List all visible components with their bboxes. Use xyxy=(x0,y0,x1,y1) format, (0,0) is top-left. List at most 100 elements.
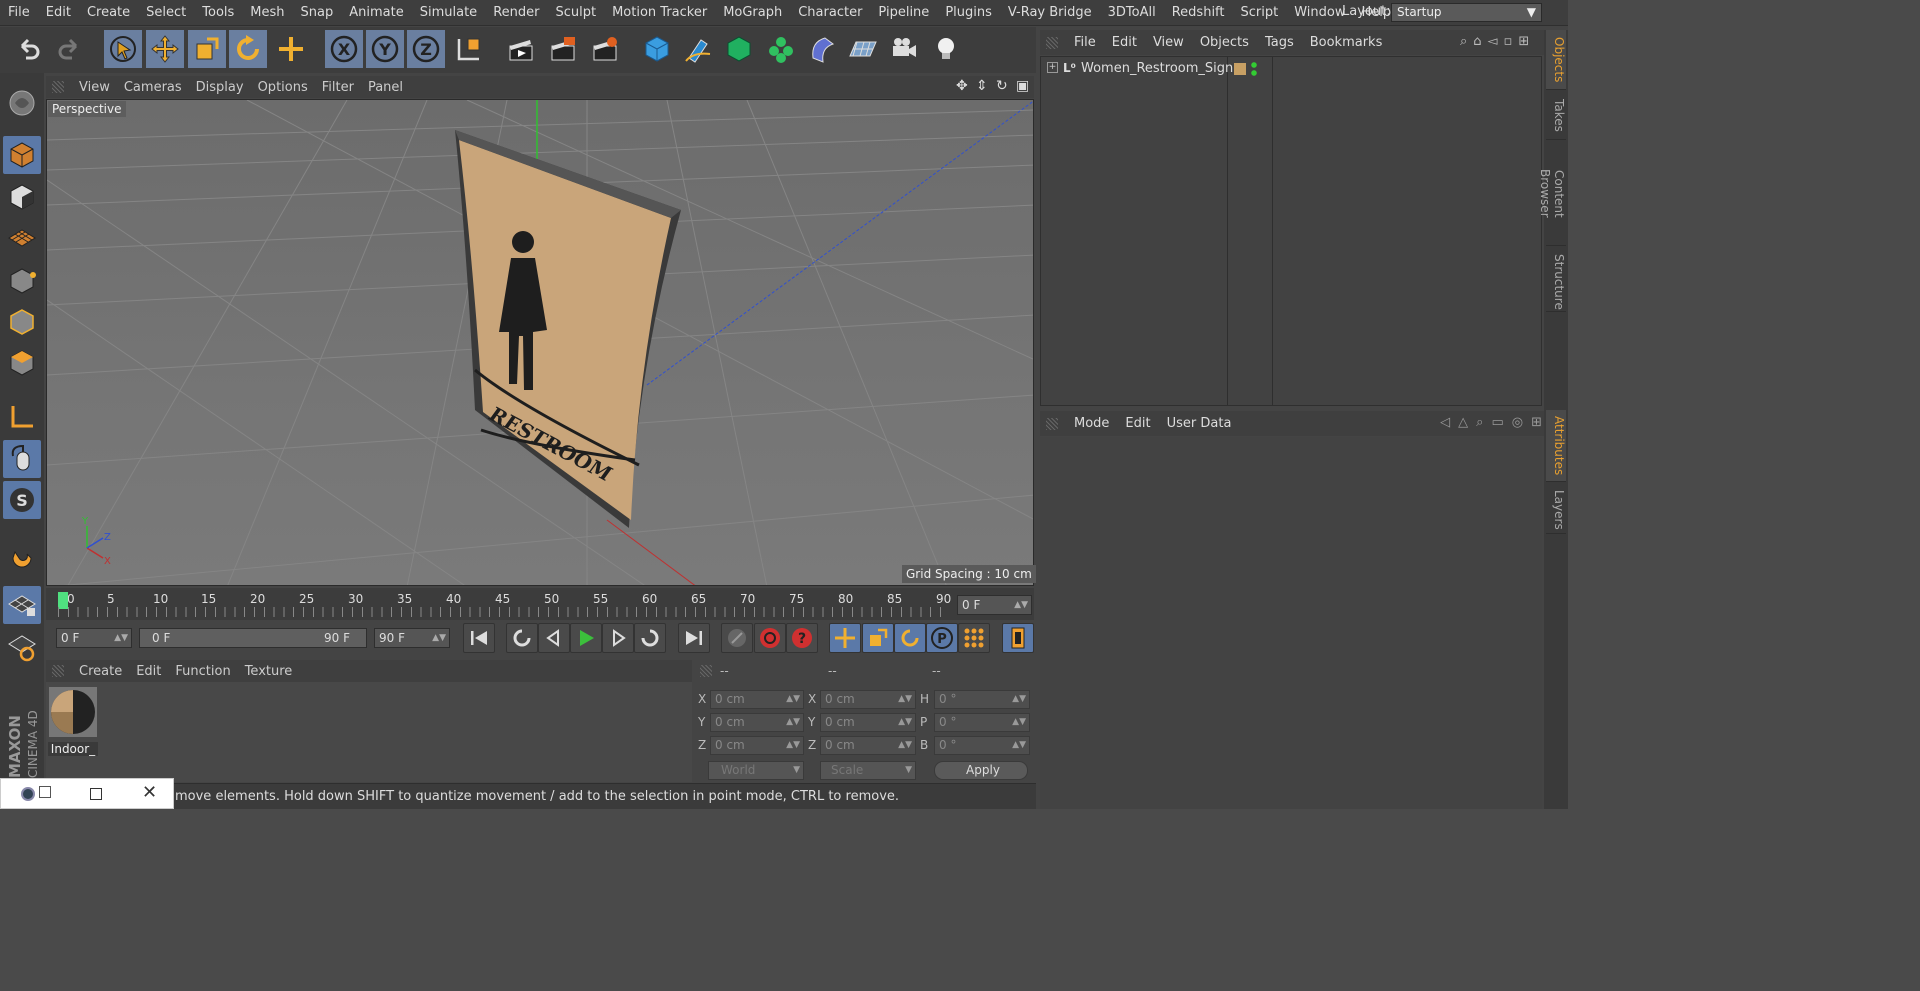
viewport-menu-view[interactable]: View xyxy=(72,80,117,95)
layout-dropdown[interactable]: Startup ▼ xyxy=(1391,3,1542,22)
objects-menu-file[interactable]: File xyxy=(1066,35,1104,50)
go-to-end-button[interactable] xyxy=(678,623,710,653)
material-menu-edit[interactable]: Edit xyxy=(129,664,168,679)
record-active-button[interactable] xyxy=(721,623,753,653)
transform-tool-button[interactable] xyxy=(272,30,310,68)
objects-menu-bookmarks[interactable]: Bookmarks xyxy=(1302,35,1391,50)
target-icon[interactable]: ◎ xyxy=(1512,415,1523,433)
previous-frame-button[interactable] xyxy=(538,623,570,653)
x-axis-lock-button[interactable]: X xyxy=(325,30,363,68)
menu-tools[interactable]: Tools xyxy=(194,0,242,26)
next-frame-button[interactable] xyxy=(602,623,634,653)
texture-mode-button[interactable] xyxy=(3,178,41,216)
record-parameter-button[interactable]: P xyxy=(926,623,958,653)
start-frame-field[interactable]: 0 F ▲▼ xyxy=(56,628,132,648)
record-point-level-button[interactable] xyxy=(958,623,990,653)
objects-menu-view[interactable]: View xyxy=(1145,35,1192,50)
menu-sculpt[interactable]: Sculpt xyxy=(547,0,604,26)
restroom-sign-model[interactable]: RESTROOM xyxy=(455,130,681,528)
add-deformer-button[interactable] xyxy=(803,30,841,68)
back-arrow-icon[interactable]: ◁ xyxy=(1440,415,1450,433)
viewport-menu-display[interactable]: Display xyxy=(189,80,251,95)
menu-mesh[interactable]: Mesh xyxy=(242,0,292,26)
attributes-menu-mode[interactable]: Mode xyxy=(1066,416,1117,431)
make-editable-button[interactable] xyxy=(3,84,41,122)
solo-mode-button[interactable]: S xyxy=(3,481,41,519)
menu-mograph[interactable]: MoGraph xyxy=(715,0,790,26)
orbit-view-icon[interactable]: ↻ xyxy=(996,78,1012,96)
coordinate-system-button[interactable] xyxy=(450,30,488,68)
menu-render[interactable]: Render xyxy=(485,0,547,26)
size-x-field[interactable]: 0 cm ▲▼ xyxy=(820,690,916,709)
size-mode-dropdown[interactable]: Scale ▼ xyxy=(820,761,916,780)
viewport-menu-filter[interactable]: Filter xyxy=(315,80,361,95)
menu-script[interactable]: Script xyxy=(1233,0,1287,26)
current-frame-field[interactable]: 0 F ▲▼ xyxy=(957,595,1032,615)
home-icon[interactable]: ⌂ xyxy=(1473,34,1481,52)
menu-3dtoall[interactable]: 3DToAll xyxy=(1100,0,1164,26)
coordinate-mode-dropdown[interactable]: World ▼ xyxy=(708,761,804,780)
object-name[interactable]: Women_Restroom_Sign xyxy=(1081,61,1233,76)
size-z-field[interactable]: 0 cm ▲▼ xyxy=(820,736,916,755)
tab-structure[interactable]: Structure xyxy=(1546,248,1566,312)
viewport-menu-panel[interactable]: Panel xyxy=(361,80,410,95)
add-spline-pen-button[interactable] xyxy=(679,30,717,68)
menu-plugins[interactable]: Plugins xyxy=(937,0,1000,26)
material-menu-create[interactable]: Create xyxy=(72,664,129,679)
menu-redshift[interactable]: Redshift xyxy=(1164,0,1233,26)
tab-layers[interactable]: Layers xyxy=(1546,484,1566,534)
new-panel-icon[interactable]: ⊞ xyxy=(1531,415,1542,433)
scale-tool-button[interactable] xyxy=(188,30,226,68)
model-mode-button[interactable] xyxy=(3,136,41,174)
objects-menu-tags[interactable]: Tags xyxy=(1257,35,1302,50)
menu-snap[interactable]: Snap xyxy=(293,0,342,26)
up-arrow-icon[interactable]: △ xyxy=(1458,415,1468,433)
points-mode-button[interactable] xyxy=(3,262,41,300)
material-menu-function[interactable]: Function xyxy=(168,664,237,679)
y-axis-lock-button[interactable]: Y xyxy=(366,30,404,68)
timeline-window-button[interactable] xyxy=(1002,623,1034,653)
material-menu-texture[interactable]: Texture xyxy=(238,664,300,679)
axis-mode-button[interactable] xyxy=(3,398,41,436)
menu-vray-bridge[interactable]: V-Ray Bridge xyxy=(1000,0,1100,26)
menu-motion-tracker[interactable]: Motion Tracker xyxy=(604,0,715,26)
apply-button[interactable]: Apply xyxy=(934,761,1028,780)
attributes-menu-user-data[interactable]: User Data xyxy=(1159,416,1240,431)
menu-select[interactable]: Select xyxy=(138,0,194,26)
lock-icon[interactable]: ▫ xyxy=(1504,34,1513,52)
render-view-button[interactable] xyxy=(502,30,540,68)
object-row[interactable]: + L⁰ Women_Restroom_Sign xyxy=(1043,59,1541,81)
tab-attributes[interactable]: Attributes xyxy=(1546,410,1566,482)
material-tag-icon[interactable] xyxy=(1234,63,1246,75)
move-tool-button[interactable] xyxy=(146,30,184,68)
play-button[interactable] xyxy=(570,623,602,653)
lock-icon[interactable]: ▭ xyxy=(1491,415,1503,433)
add-mograph-cloner-button[interactable] xyxy=(762,30,800,68)
render-picture-viewer-button[interactable] xyxy=(544,30,582,68)
restore-icon[interactable] xyxy=(39,786,51,798)
edges-mode-button[interactable] xyxy=(3,303,41,341)
z-axis-lock-button[interactable]: Z xyxy=(407,30,445,68)
viewport-menu-cameras[interactable]: Cameras xyxy=(117,80,189,95)
tab-takes[interactable]: Takes xyxy=(1546,92,1566,140)
menu-pipeline[interactable]: Pipeline xyxy=(870,0,937,26)
expand-icon[interactable]: + xyxy=(1047,62,1058,73)
render-settings-button[interactable] xyxy=(586,30,624,68)
menu-edit[interactable]: Edit xyxy=(38,0,79,26)
position-y-field[interactable]: 0 cm ▲▼ xyxy=(710,713,804,732)
menu-animate[interactable]: Animate xyxy=(341,0,411,26)
rotation-h-field[interactable]: 0 ° ▲▼ xyxy=(934,690,1030,709)
search-icon[interactable]: ⌕ xyxy=(1476,415,1483,433)
add-subdivision-button[interactable] xyxy=(720,30,758,68)
menu-file[interactable]: File xyxy=(0,0,38,26)
tab-objects[interactable]: Objects xyxy=(1546,30,1566,90)
add-light-button[interactable] xyxy=(927,30,965,68)
next-key-button[interactable] xyxy=(634,623,666,653)
menu-create[interactable]: Create xyxy=(79,0,138,26)
workplane-mode-button[interactable] xyxy=(3,219,41,257)
snap-button[interactable] xyxy=(3,534,41,572)
undo-button[interactable] xyxy=(10,30,48,68)
close-icon[interactable]: ✕ xyxy=(142,782,157,803)
frame-range-slider[interactable]: 0 F 90 F xyxy=(139,628,367,648)
lock-workplane-button[interactable] xyxy=(3,586,41,624)
